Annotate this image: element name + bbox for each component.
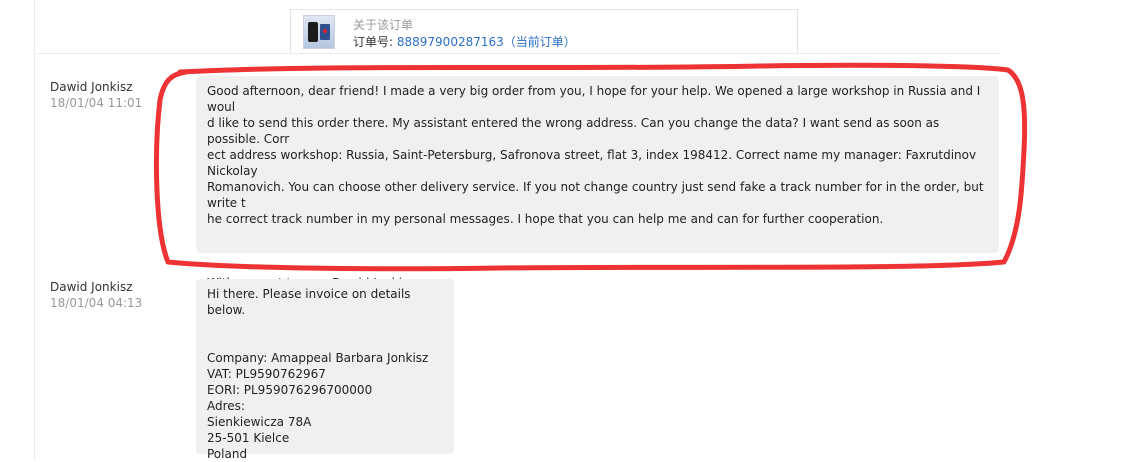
message-line: he correct track number in my personal m… xyxy=(207,212,884,226)
invoice-detail: VAT: PL9590762967 xyxy=(207,367,326,381)
message-line: Hi there. Please invoice on details belo… xyxy=(207,287,411,317)
invoice-detail: Sienkiewicza 78A xyxy=(207,415,312,429)
message-bubble: Good afternoon, dear friend! I made a ve… xyxy=(196,76,999,306)
phone-icon xyxy=(308,22,318,42)
message-line: ect address workshop: Russia, Saint-Pete… xyxy=(207,148,977,178)
left-border-line xyxy=(34,0,35,460)
order-number-link[interactable]: 88897900287163 xyxy=(397,35,504,49)
message-bubble: Hi there. Please invoice on details belo… xyxy=(196,279,454,461)
section-divider xyxy=(35,53,1000,54)
invoice-detail: EORI: PL959076296700000 xyxy=(207,383,373,397)
message-timestamp: 18/01/04 04:13 xyxy=(50,296,143,310)
message-line: d like to send this order there. My assi… xyxy=(207,116,940,146)
invoice-detail: 25-501 Kielce xyxy=(207,431,290,445)
current-order-tag[interactable]: （当前订单） xyxy=(504,35,576,49)
message-line: Good afternoon, dear friend! I made a ve… xyxy=(207,84,981,114)
product-thumbnail[interactable] xyxy=(303,15,335,49)
invoice-detail: Adres: xyxy=(207,399,245,413)
message-timestamp: 18/01/04 11:01 xyxy=(50,96,143,110)
badge-dot-icon xyxy=(323,29,327,33)
order-card[interactable]: 关于该订单 订单号: 88897900287163（当前订单） xyxy=(290,9,798,53)
message-line: Romanovich. You can choose other deliver… xyxy=(207,180,984,210)
order-number-line: 订单号: 88897900287163（当前订单） xyxy=(353,33,576,50)
invoice-detail: Company: Amappeal Barbara Jonkisz xyxy=(207,351,429,365)
order-card-heading: 关于该订单 xyxy=(353,18,414,32)
order-number-label: 订单号: xyxy=(353,35,394,49)
message-sender: Dawid Jonkisz xyxy=(50,80,133,94)
message-sender: Dawid Jonkisz xyxy=(50,280,133,294)
